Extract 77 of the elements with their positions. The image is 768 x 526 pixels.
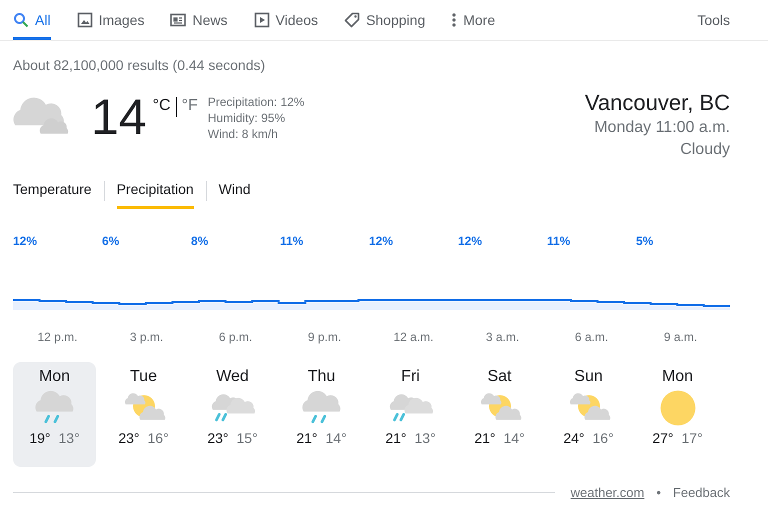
- precipitation-value: 11%: [280, 234, 304, 248]
- day-name: Fri: [401, 368, 420, 386]
- low-temperature: 15°: [236, 430, 258, 446]
- celsius-toggle[interactable]: °C: [152, 97, 171, 171]
- precipitation-value: 12%: [369, 234, 394, 248]
- nav-tab[interactable]: More: [451, 0, 496, 40]
- day-forecast[interactable]: Sun 24° 16°: [547, 362, 630, 467]
- result-stats: About 82,100,000 results (0.44 seconds): [12, 56, 266, 73]
- day-forecast[interactable]: Wed 23° 15°: [191, 362, 274, 467]
- nav-tab[interactable]: Images: [76, 0, 144, 40]
- day-forecast[interactable]: Sat 21° 14°: [458, 362, 541, 467]
- low-temperature: 14°: [504, 430, 525, 446]
- high-temperature: 21°: [385, 430, 406, 446]
- day-name: Mon: [662, 368, 694, 386]
- time-label: 3 a.m.: [486, 330, 520, 344]
- precipitation-value: 6%: [102, 234, 120, 248]
- day-name: Sat: [487, 368, 512, 386]
- time-label: 6 a.m.: [574, 330, 608, 344]
- day-name: Sun: [574, 368, 603, 386]
- location: Vancouver, BC: [584, 89, 730, 117]
- condition: Cloudy: [679, 140, 730, 160]
- more-icon: [451, 12, 458, 28]
- high-temperature: 21°: [474, 430, 496, 446]
- image-icon: [76, 12, 93, 28]
- nav-tab[interactable]: Videos: [254, 0, 318, 40]
- day-forecast[interactable]: Fri 21° 13°: [369, 362, 452, 467]
- day-name: Wed: [216, 368, 249, 386]
- chart-tab[interactable]: Temperature: [13, 173, 92, 209]
- day-name: Mon: [38, 368, 70, 386]
- date-time: Monday 11:00 a.m.: [593, 118, 730, 138]
- day-name: Thu: [308, 368, 336, 386]
- chart-tab[interactable]: Wind: [218, 173, 251, 209]
- wind-text: Wind: 8 km/h: [208, 126, 279, 142]
- play-icon: [254, 12, 270, 28]
- day-forecast[interactable]: Tue 23° 16°: [102, 362, 185, 467]
- precipitation-value: 11%: [547, 234, 570, 248]
- time-label: 6 p.m.: [218, 330, 252, 344]
- low-temperature: 16°: [592, 430, 614, 446]
- high-temperature: 24°: [563, 430, 584, 446]
- separator: •: [656, 485, 661, 500]
- tools-link[interactable]: Tools: [697, 12, 730, 28]
- low-temperature: 14°: [326, 430, 347, 446]
- low-temperature: 17°: [682, 430, 703, 446]
- source-link[interactable]: weather.com: [570, 485, 644, 500]
- time-label: 9 p.m.: [308, 330, 342, 344]
- day-name: Tue: [130, 368, 157, 386]
- high-temperature: 27°: [652, 430, 674, 446]
- high-temperature: 21°: [296, 430, 318, 446]
- low-temperature: 13°: [414, 430, 436, 446]
- high-temperature: 23°: [207, 430, 228, 446]
- search-icon: [13, 12, 29, 28]
- newspaper-icon: [170, 12, 186, 28]
- precipitation-value: 12%: [458, 234, 482, 248]
- precipitation-text: Precipitation: 12%: [208, 94, 304, 110]
- precipitation-value: 12%: [13, 234, 38, 248]
- nav-tab[interactable]: Shopping: [344, 0, 426, 40]
- day-forecast[interactable]: Mon 19° 13°: [13, 362, 96, 467]
- time-label: 3 p.m.: [130, 330, 164, 344]
- time-label: 12 a.m.: [393, 330, 434, 344]
- day-forecast[interactable]: Thu 21° 14°: [280, 362, 363, 467]
- chart-tab[interactable]: Precipitation: [116, 173, 194, 209]
- time-label: 12 p.m.: [37, 330, 78, 344]
- humidity-text: Humidity: 95%: [208, 110, 286, 126]
- day-forecast[interactable]: Mon 27° 17°: [636, 362, 719, 467]
- time-label: 9 a.m.: [664, 330, 698, 344]
- high-temperature: 23°: [118, 430, 140, 446]
- precipitation-value: 8%: [191, 234, 208, 248]
- low-temperature: 16°: [148, 430, 169, 446]
- low-temperature: 13°: [58, 430, 80, 446]
- nav-tab[interactable]: All: [13, 0, 51, 40]
- feedback-link[interactable]: Feedback: [672, 485, 730, 500]
- nav-tab[interactable]: News: [170, 0, 228, 40]
- fahrenheit-toggle[interactable]: °F: [182, 97, 198, 171]
- precipitation-value: 5%: [636, 234, 654, 248]
- tag-icon: [344, 12, 360, 28]
- high-temperature: 19°: [29, 430, 50, 446]
- temperature: 14: [91, 89, 147, 147]
